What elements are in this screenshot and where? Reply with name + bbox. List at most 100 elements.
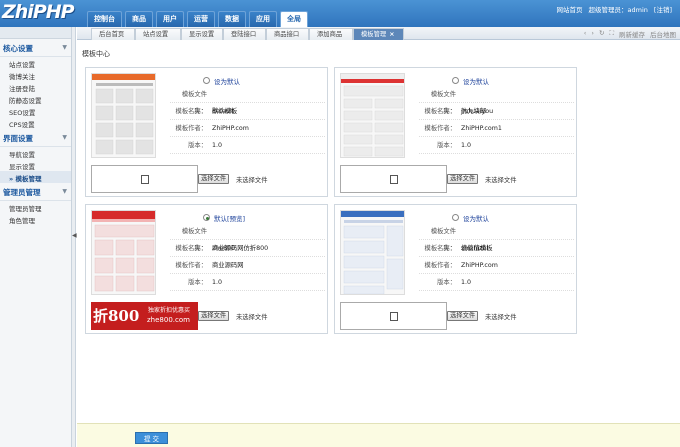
- collapse-arrow-icon[interactable]: ◀: [72, 232, 77, 239]
- choose-file-button[interactable]: 选择文件: [447, 174, 479, 184]
- template-card: 设为默认 模板文件夹： default 模板名称： 默认模板 模板作者： ZhiPHP…: [85, 67, 328, 197]
- template-card: 默认[预览] 模板文件夹： zhe800 模板名称： 商业源码网仿折800 模板作者…: [85, 204, 328, 334]
- default-radio-label[interactable]: 设为默认: [463, 76, 489, 86]
- folder-row: 模板文件夹： zhizhizhi: [419, 223, 574, 252]
- main-content: 模板中心 设为默认 模板文件夹： default 模板名称： 默认模板 模板作者： Z…: [77, 41, 680, 423]
- template-thumbnail: [91, 210, 156, 295]
- nav-tab-users[interactable]: 用户: [156, 11, 184, 27]
- sidebar-item-admin-manage[interactable]: 管理员管理: [0, 201, 71, 213]
- sidebar-group-interface[interactable]: 界面设置 ▼: [0, 129, 71, 147]
- broken-image-icon: [390, 312, 398, 321]
- sidebar-item-seo[interactable]: SEO设置: [0, 105, 71, 117]
- tab-template-manage[interactable]: 模板管理 ×: [353, 28, 404, 40]
- template-thumbnail: [340, 210, 405, 295]
- breadcrumb: 模板中心: [82, 50, 110, 58]
- folder-row: 模板文件夹： default: [170, 86, 325, 115]
- logo: ZhiPHP: [2, 1, 75, 23]
- default-radio-label[interactable]: 设为默认: [463, 213, 489, 223]
- form-footer: 提 交: [77, 423, 680, 447]
- admin-label: 超级管理员：admin: [588, 6, 648, 14]
- template-card: 设为默认 模板文件夹： jiukuaiyou 模板名称： 仿九块邮 模板作者： Zhi…: [334, 67, 577, 197]
- author-row: 模板作者： ZhiPHP.com: [170, 120, 325, 137]
- default-radio[interactable]: [452, 77, 459, 84]
- fullscreen-icon[interactable]: ⛶: [609, 29, 614, 39]
- sidebar-header: [0, 27, 71, 39]
- version-row: 版本： 1.0: [419, 137, 574, 154]
- name-row: 模板名称： 值值值模板: [419, 240, 574, 257]
- sidebar-group-admin[interactable]: 管理员管理 ▼: [0, 183, 71, 201]
- chevron-left-icon[interactable]: ‹: [584, 29, 587, 39]
- sidebar-item-nav-settings[interactable]: 导航设置: [0, 147, 71, 159]
- site-home-link[interactable]: 网站首页: [557, 4, 583, 14]
- admin-map-link[interactable]: 后台地图: [650, 29, 676, 39]
- no-file-text: 未选择文件: [485, 177, 517, 184]
- choose-file-button[interactable]: 选择文件: [198, 174, 230, 184]
- template-thumbnail: [340, 73, 405, 158]
- version-row: 版本： 1.0: [170, 274, 325, 291]
- sidebar-item-template-manage[interactable]: » 模板管理: [0, 171, 71, 183]
- refresh-cache-link[interactable]: 刷新缓存: [619, 29, 645, 39]
- template-thumbnail: [91, 73, 156, 158]
- chevron-right-icon[interactable]: ›: [591, 29, 594, 39]
- tab-admin-home[interactable]: 后台首页: [91, 28, 135, 40]
- default-radio-label[interactable]: 设为默认: [214, 76, 240, 86]
- nav-tab-global[interactable]: 全局: [280, 11, 308, 27]
- sidebar-item-register-login[interactable]: 注册登陆: [0, 81, 71, 93]
- folder-row: 模板文件夹： jiukuaiyou: [419, 86, 574, 115]
- no-file-text: 未选择文件: [485, 314, 517, 321]
- tab-login-api[interactable]: 登陆接口: [223, 28, 266, 40]
- chevron-down-icon: ▼: [62, 134, 67, 141]
- preview-image-box: [340, 302, 447, 330]
- no-file-text: 未选择文件: [236, 177, 268, 184]
- banner-logo-text: 折800: [93, 307, 140, 325]
- sidebar-item-weibo[interactable]: 微博关注: [0, 69, 71, 81]
- main-nav: 控制台 商品 用户 运营 数据 应用 全局: [87, 11, 311, 27]
- no-file-text: 未选择文件: [236, 314, 268, 321]
- preview-image-box: [91, 165, 198, 193]
- tab-goods-api[interactable]: 商品接口: [266, 28, 309, 40]
- tab-display-settings[interactable]: 显示设置: [181, 28, 223, 40]
- name-row: 模板名称： 默认模板: [170, 103, 325, 120]
- close-icon[interactable]: ×: [389, 31, 394, 38]
- nav-tab-goods[interactable]: 商品: [125, 11, 153, 27]
- tab-tools: ‹ › ↻ ⛶ 刷新缓存 后台地图: [584, 29, 676, 39]
- name-row: 模板名称： 商业源码网仿折800: [170, 240, 325, 257]
- nav-tab-apps[interactable]: 应用: [249, 11, 277, 27]
- sidebar-group-core[interactable]: 核心设置 ▼: [0, 39, 71, 57]
- tab-site-settings[interactable]: 站点设置: [135, 28, 181, 40]
- default-radio[interactable]: [203, 77, 210, 84]
- submit-button[interactable]: 提 交: [135, 432, 168, 444]
- sidebar: 核心设置 ▼ 站点设置 微博关注 注册登陆 防静态设置 SEO设置 CPS设置 界…: [0, 27, 72, 447]
- default-radio[interactable]: [203, 214, 210, 221]
- broken-image-icon: [141, 175, 149, 184]
- default-radio-label[interactable]: 默认[预览]: [214, 213, 245, 223]
- nav-tab-dashboard[interactable]: 控制台: [87, 11, 122, 27]
- top-bar: ZhiPHP 控制台 商品 用户 运营 数据 应用 全局 网站首页 超级管理员：…: [0, 0, 680, 27]
- page-tab-bar: 后台首页 站点设置 显示设置 登陆接口 商品接口 添加商品 模板管理 × ‹ › …: [77, 27, 680, 40]
- sidebar-item-cps[interactable]: CPS设置: [0, 117, 71, 129]
- preview-image-box: [340, 165, 447, 193]
- tab-add-goods[interactable]: 添加商品: [309, 28, 353, 40]
- user-bar: 网站首页 超级管理员：admin [注销]: [557, 4, 672, 14]
- sidebar-item-site-settings[interactable]: 站点设置: [0, 57, 71, 69]
- logout-link[interactable]: [注销]: [654, 4, 672, 14]
- broken-image-icon: [390, 175, 398, 184]
- refresh-icon[interactable]: ↻: [599, 29, 604, 39]
- chevron-down-icon: ▼: [62, 188, 67, 195]
- nav-tab-operations[interactable]: 运营: [187, 11, 215, 27]
- name-row: 模板名称： 仿九块邮: [419, 103, 574, 120]
- sidebar-item-role-manage[interactable]: 角色管理: [0, 213, 71, 225]
- version-row: 版本： 1.0: [170, 137, 325, 154]
- choose-file-button[interactable]: 选择文件: [198, 311, 230, 321]
- choose-file-button[interactable]: 选择文件: [447, 311, 479, 321]
- sidebar-item-display-settings[interactable]: 显示设置: [0, 159, 71, 171]
- version-row: 版本： 1.0: [419, 274, 574, 291]
- sidebar-item-static[interactable]: 防静态设置: [0, 93, 71, 105]
- zhe800-banner: 折800 独家折扣优惠买 zhe800.com: [91, 302, 198, 330]
- nav-tab-data[interactable]: 数据: [218, 11, 246, 27]
- default-radio[interactable]: [452, 214, 459, 221]
- folder-row: 模板文件夹： zhe800: [170, 223, 325, 252]
- author-row: 模板作者： ZhiPHP.com: [419, 257, 574, 274]
- template-card: 设为默认 模板文件夹： zhizhizhi 模板名称： 值值值模板 模板作者： Zhi…: [334, 204, 577, 334]
- author-row: 模板作者： 商业源码网: [170, 257, 325, 274]
